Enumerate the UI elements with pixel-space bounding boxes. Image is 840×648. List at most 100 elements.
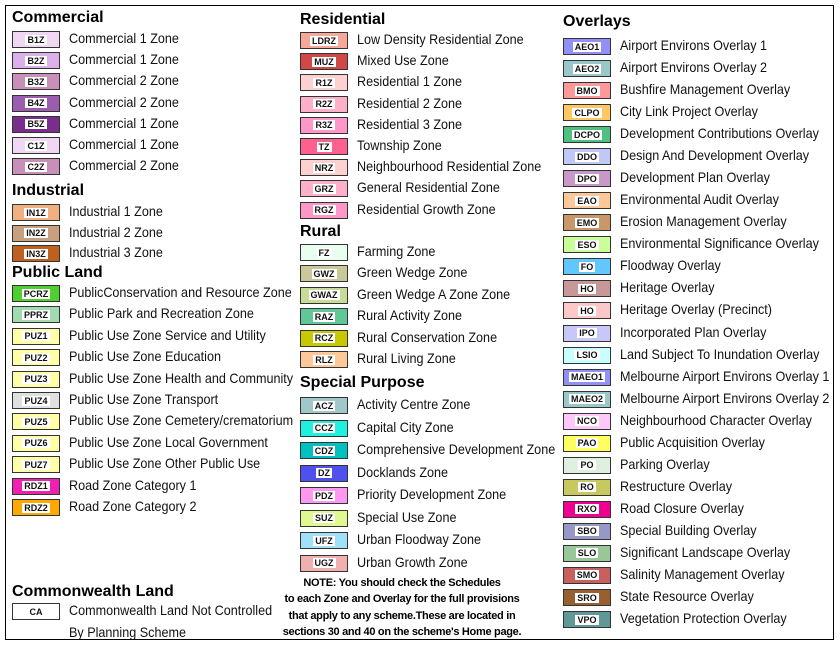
legend-swatch: SMO — [563, 566, 611, 584]
legend-swatch: IPO — [563, 324, 611, 342]
swatch-code: BMO — [574, 85, 600, 96]
legend-label: Public Acquisition Overlay — [620, 433, 765, 450]
swatch-code: PUZ6 — [22, 438, 50, 449]
legend-swatch: RDZ2 — [12, 499, 60, 516]
legend-swatch: IN2Z — [12, 224, 60, 242]
swatch-code: LSIO — [574, 350, 600, 361]
swatch-code: FZ — [316, 247, 332, 258]
swatch-code: IN3Z — [24, 248, 48, 259]
swatch-code: HO — [578, 305, 596, 316]
section-heading: Commonwealth Land — [12, 583, 174, 600]
swatch-code: RCZ — [312, 333, 336, 344]
swatch-code: RXO — [575, 504, 599, 515]
legend-label: Public Use Zone Local Government — [69, 433, 268, 450]
note-line: to each Zone and Overlay for the full pr… — [284, 593, 520, 606]
legend-swatch: PUZ3 — [12, 370, 60, 388]
legend-label: PublicConservation and Resource Zone — [69, 284, 292, 300]
legend-swatch: MAEO1 — [563, 368, 611, 386]
swatch-code: IN1Z — [24, 207, 48, 218]
legend-label: Bushfire Management Overlay — [620, 81, 791, 98]
legend-swatch: PUZ5 — [12, 413, 60, 431]
swatch-code: PUZ4 — [22, 395, 50, 406]
swatch-code: PPRZ — [21, 309, 50, 320]
legend-swatch: C1Z — [12, 137, 60, 154]
swatch-code: DPO — [575, 173, 599, 184]
swatch-code: FO — [578, 261, 596, 272]
legend-label: Residential 1 Zone — [357, 73, 463, 90]
swatch-code: SLO — [575, 548, 599, 559]
legend-swatch: CLPO — [563, 104, 611, 122]
legend-label: Significant Landscape Overlay — [620, 543, 791, 560]
legend-label: Road Zone Category 2 — [69, 498, 197, 514]
legend-label: Residential 2 Zone — [357, 94, 463, 111]
legend-label: Priority Development Zone — [357, 486, 507, 502]
legend-label: Capital City Zone — [357, 418, 454, 435]
legend-swatch: BMO — [563, 82, 611, 100]
legend-label: Public Use Zone Transport — [69, 391, 219, 407]
legend-swatch: GRZ — [300, 180, 348, 198]
legend-label: Commercial 1 Zone — [69, 114, 179, 131]
legend-swatch: RAZ — [300, 308, 348, 326]
swatch-code: RLZ — [313, 354, 335, 365]
swatch-code: RGZ — [312, 205, 336, 216]
legend-swatch: VPO — [563, 611, 611, 629]
legend-swatch: PUZ4 — [12, 392, 60, 409]
legend-label: By Planning Scheme — [69, 624, 186, 640]
legend-label: Public Use Zone Health and Community — [69, 369, 294, 386]
swatch-code: B5Z — [25, 119, 47, 130]
legend-swatch: ESO — [563, 236, 611, 254]
legend-swatch: B2Z — [12, 52, 60, 70]
legend-swatch: UFZ — [300, 532, 348, 549]
swatch-code: MAEO2 — [568, 394, 605, 405]
legend-swatch: PUZ2 — [12, 349, 60, 367]
legend-swatch: C2Z — [12, 158, 60, 176]
legend-swatch: RLZ — [300, 351, 348, 368]
legend-label: Activity Centre Zone — [357, 396, 471, 412]
legend-label: Melbourne Airport Environs Overlay 1 — [620, 367, 830, 384]
legend-label: Land Subject To Inundation Overlay — [620, 345, 820, 362]
legend-label: State Resource Overlay — [620, 588, 754, 604]
legend-label: Commercial 2 Zone — [69, 157, 179, 174]
legend-swatch: DZ — [300, 464, 348, 482]
legend-swatch: TZ — [300, 138, 348, 155]
legend-swatch: DCPO — [563, 126, 611, 144]
legend-label: Comprehensive Development Zone — [357, 441, 556, 457]
legend-swatch: GWZ — [300, 265, 348, 283]
swatch-code: PCRZ — [21, 288, 51, 299]
legend-swatch: PUZ7 — [12, 456, 60, 474]
legend-label: Salinity Management Overlay — [620, 565, 785, 582]
swatch-code: EMO — [574, 217, 600, 228]
swatch-code: PAO — [575, 438, 599, 449]
legend-swatch: HO — [563, 280, 611, 298]
legend-label: Restructure Overlay — [620, 477, 733, 494]
legend-swatch: B1Z — [12, 31, 60, 48]
legend-swatch: LDRZ — [300, 32, 348, 49]
swatch-code: VPO — [575, 614, 599, 625]
planning-legend: NOTE: You should check the Schedules to … — [0, 0, 840, 648]
swatch-code: SRO — [575, 592, 599, 603]
legend-swatch: HO — [563, 302, 611, 320]
section-heading: Residential — [300, 11, 386, 28]
legend-label: Heritage Overlay (Precinct) — [620, 301, 772, 318]
legend-swatch: EMO — [563, 214, 611, 232]
legend-label: Rural Activity Zone — [357, 307, 463, 324]
legend-swatch: RGZ — [300, 201, 348, 219]
swatch-code: AEO1 — [572, 41, 602, 52]
section-heading: Industrial — [12, 182, 85, 199]
legend-label: Design And Development Overlay — [620, 147, 810, 164]
legend-label: Special Building Overlay — [620, 521, 757, 538]
legend-swatch: SBO — [563, 522, 611, 540]
legend-swatch: PCRZ — [12, 285, 60, 302]
swatch-code: R1Z — [313, 77, 335, 88]
swatch-code: UGZ — [312, 558, 336, 568]
legend-label: Low Density Residential Zone — [357, 31, 524, 47]
legend-label: Rural Living Zone — [357, 350, 456, 366]
swatch-code: NCO — [575, 416, 599, 427]
legend-swatch: RCZ — [300, 329, 348, 347]
legend-label: Public Park and Recreation Zone — [69, 305, 254, 322]
legend-swatch: RO — [563, 478, 611, 496]
legend-label: Development Plan Overlay — [620, 169, 770, 186]
legend-label: Floodway Overlay — [620, 257, 721, 274]
swatch-code: MAEO1 — [568, 372, 605, 383]
swatch-code: PUZ5 — [22, 416, 50, 427]
